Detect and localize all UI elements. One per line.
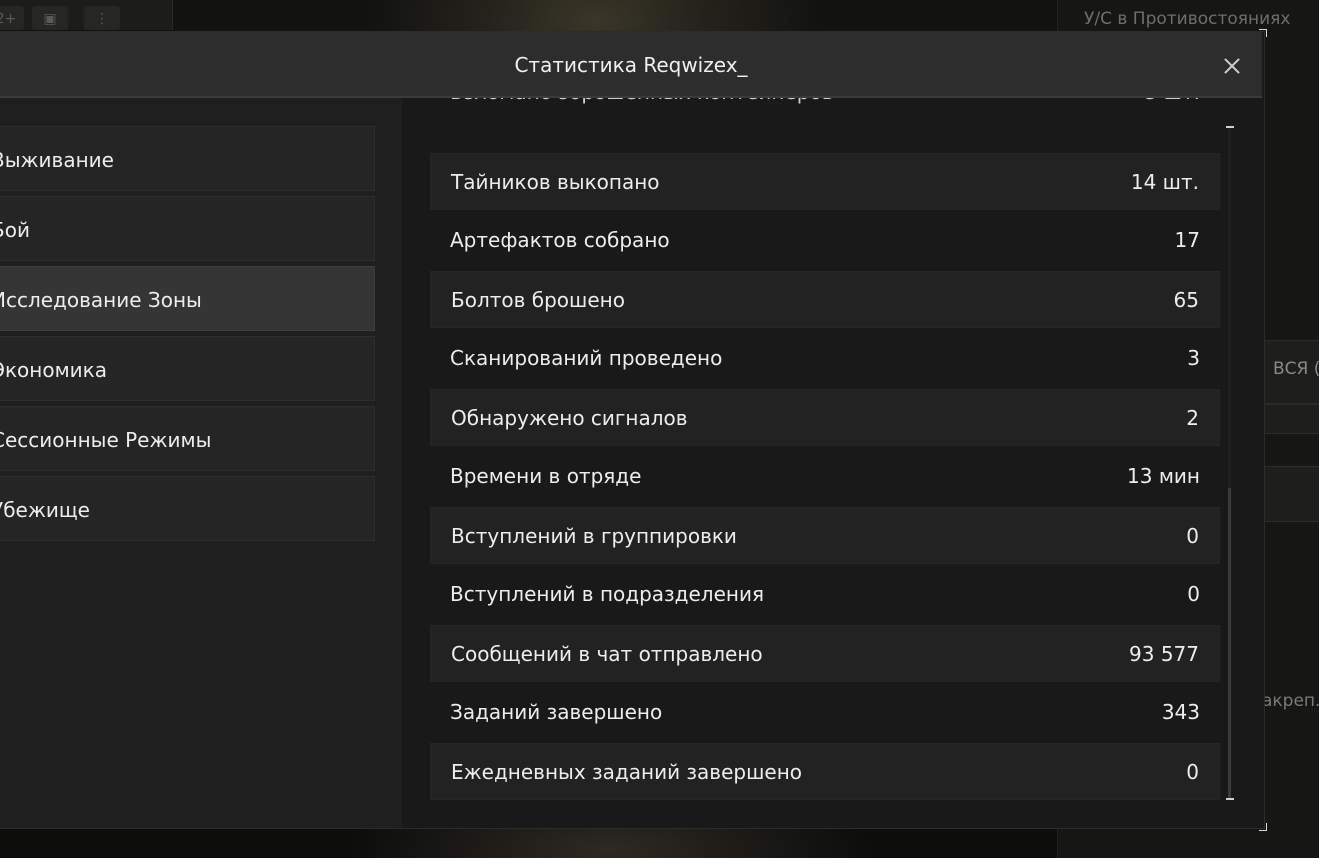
- category-zone-exploration[interactable]: Исследование Зоны: [0, 266, 375, 331]
- stat-row: Тайников выкопано 14 шт.: [430, 153, 1220, 210]
- stat-value: 0: [1186, 524, 1199, 548]
- stat-value: 3 шт.: [1145, 98, 1200, 120]
- stat-row: Сканирований проведено 3: [430, 330, 1220, 387]
- background-chat-button: ▣: [32, 6, 68, 30]
- category-combat[interactable]: Бой: [0, 196, 375, 261]
- category-survival[interactable]: Выживание: [0, 126, 375, 191]
- stat-label: Болтов брошено: [451, 288, 625, 312]
- background-right-pin-label: акреп.: [1262, 691, 1319, 711]
- category-economy[interactable]: Экономика: [0, 336, 375, 401]
- category-label: Исследование Зоны: [0, 288, 202, 312]
- stat-value: 13 мин: [1127, 464, 1200, 488]
- stat-label: Ежедневных заданий завершено: [451, 760, 803, 784]
- stat-value: 0: [1187, 582, 1200, 606]
- category-label: Выживание: [0, 148, 114, 172]
- stat-label: Взломано зброшенных контейнеров: [450, 98, 833, 120]
- category-label: Бой: [0, 218, 30, 242]
- statistics-modal: Статистика Reqwizex_ Выживание Бой Иссле…: [0, 29, 1267, 831]
- stat-row: Вступлений в группировки 0: [430, 507, 1220, 564]
- stat-row: Обнаружено сигналов 2: [430, 389, 1220, 446]
- stat-row: Сообщений в чат отправлено 93 577: [430, 625, 1220, 682]
- background-left-toolbar: 2+ ▣ ⋮: [0, 0, 173, 30]
- stat-label: Вступлений в группировки: [451, 524, 737, 548]
- stat-label: Сканирований проведено: [450, 346, 723, 370]
- stat-label: Артефактов собрано: [450, 228, 670, 252]
- stat-value: 2: [1186, 406, 1199, 430]
- scrollbar-track[interactable]: [1228, 128, 1231, 798]
- statistics-list-pane[interactable]: Взломано зброшенных контейнеров 3 шт. Та…: [402, 98, 1264, 828]
- stat-row: Времени в отряде 13 мин: [430, 448, 1220, 505]
- stat-value: 3: [1187, 346, 1200, 370]
- stat-value: 93 577: [1129, 642, 1199, 666]
- background-right-row: [1262, 466, 1319, 522]
- modal-title: Статистика Reqwizex_: [514, 53, 748, 77]
- background-right-divider: [1262, 404, 1319, 434]
- close-icon[interactable]: [1218, 52, 1246, 80]
- category-sidebar: Выживание Бой Исследование Зоны Экономик…: [0, 98, 402, 828]
- stat-value: 0: [1186, 760, 1199, 784]
- scrollbar-thumb[interactable]: [1228, 488, 1231, 798]
- stat-label: Обнаружено сигналов: [451, 406, 688, 430]
- category-label: Экономика: [0, 358, 108, 382]
- modal-header: Статистика Reqwizex_: [0, 32, 1262, 98]
- category-shelter[interactable]: Убежище: [0, 476, 375, 541]
- stat-row: Заданий завершено 343: [430, 684, 1220, 741]
- background-add-friend-button: 2+: [0, 6, 24, 30]
- category-session-modes[interactable]: Сессионные Режимы: [0, 406, 375, 471]
- stat-row: Болтов брошено 65: [430, 271, 1220, 328]
- stat-label: Тайников выкопано: [451, 170, 660, 194]
- stat-value: 14 шт.: [1130, 170, 1199, 194]
- stat-row: Артефактов собрано 17: [430, 212, 1220, 269]
- stat-label: Времени в отряде: [450, 464, 642, 488]
- category-label: Убежище: [0, 498, 90, 522]
- stat-value: 17: [1174, 228, 1200, 252]
- stat-row: Ежедневных заданий завершено 0: [430, 743, 1220, 800]
- stat-label: Вступлений в подразделения: [450, 582, 764, 606]
- stat-label: Заданий завершено: [450, 700, 663, 724]
- background-right-panel-title: У/С в Противостояниях: [1084, 9, 1291, 29]
- stat-label: Сообщений в чат отправлено: [451, 642, 763, 666]
- stat-value: 65: [1173, 288, 1199, 312]
- background-right-all-label: ВСЯ (: [1273, 359, 1319, 379]
- stat-value: 343: [1161, 700, 1200, 724]
- background-more-button: ⋮: [84, 6, 120, 30]
- category-label: Сессионные Режимы: [0, 428, 212, 452]
- scrollbar-bottom-cap: [1226, 798, 1234, 800]
- stat-row: Вступлений в подразделения 0: [430, 566, 1220, 623]
- stat-row: Взломано зброшенных контейнеров 3 шт.: [430, 98, 1220, 153]
